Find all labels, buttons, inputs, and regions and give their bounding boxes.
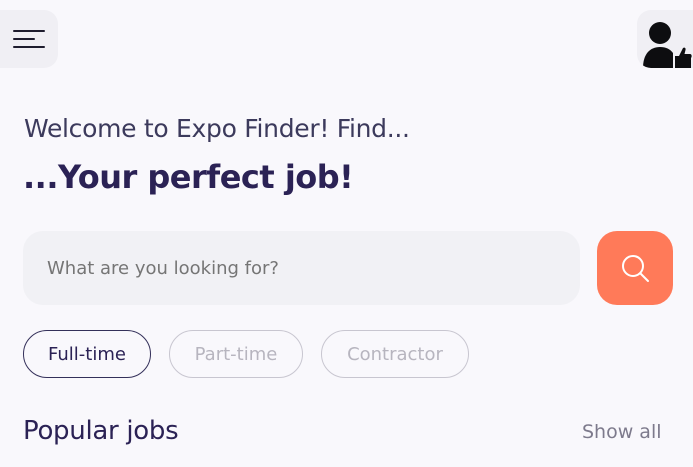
show-all-link[interactable]: Show all [582,421,662,443]
profile-button[interactable] [637,10,693,68]
home-screen: Welcome to Expo Finder! Find... ...Your … [0,0,693,467]
search-input[interactable] [47,257,580,279]
page-headline: ...Your perfect job! [23,158,354,196]
search-icon [622,255,649,282]
search-bar[interactable] [23,231,580,305]
welcome-text: Welcome to Expo Finder! Find... [24,114,410,143]
popular-jobs-title: Popular jobs [23,416,179,446]
search-button[interactable] [597,231,673,305]
hamburger-menu-icon [13,30,45,48]
filter-chip-contractor[interactable]: Contractor [321,330,469,378]
user-thumbs-up-icon [643,22,692,68]
menu-button[interactable] [0,10,58,68]
filter-chip-part-time[interactable]: Part-time [169,330,303,378]
filter-chip-full-time[interactable]: Full-time [23,330,151,378]
